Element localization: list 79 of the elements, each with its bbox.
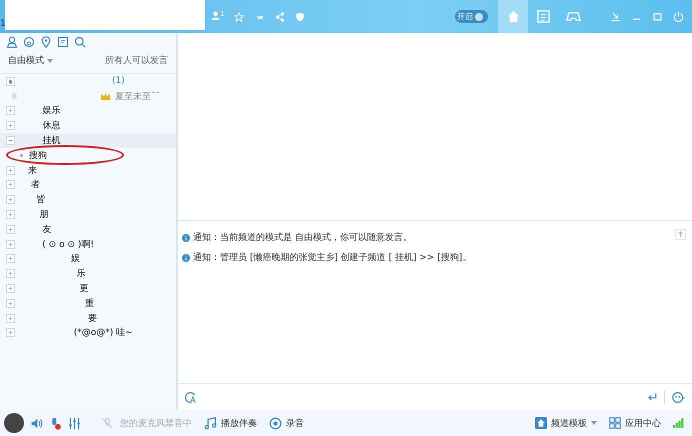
channel-name[interactable]: 挂机 [28, 134, 60, 148]
notice-message: 通知：当前频道的模式是 自由模式，你可以随意发言。 [193, 232, 412, 244]
expand-icon[interactable] [6, 106, 15, 116]
play-music-button[interactable]: 播放伴奏 [204, 416, 257, 430]
info-icon [182, 234, 190, 242]
channel-name[interactable]: 乐 [28, 267, 86, 280]
expand-icon[interactable] [6, 121, 15, 130]
list-icon [536, 9, 550, 24]
house-icon [506, 9, 520, 24]
scroll-top-icon[interactable] [675, 229, 686, 240]
gamepad-icon [566, 9, 580, 24]
house-icon [535, 417, 547, 429]
channel-name[interactable]: 搜狗 [29, 148, 47, 162]
channel-name[interactable]: ( ⊙ o ⊙ )啊! [28, 238, 94, 251]
channel-name[interactable]: 更 [28, 282, 88, 296]
online-count: 1 [220, 10, 224, 18]
template-dropdown[interactable]: 频道模板 [535, 416, 597, 430]
channel-name[interactable]: (*@o@*) 哇~ [28, 326, 133, 340]
corner-text: 1 [0, 19, 5, 29]
enter-icon[interactable] [646, 391, 658, 403]
channel-name[interactable]: 来 [28, 164, 37, 177]
info-icon [182, 254, 190, 262]
app-center-button[interactable]: 应用中心 [609, 416, 661, 430]
font-icon[interactable] [184, 390, 197, 404]
channel-name[interactable]: 友 [28, 222, 52, 236]
caret-icon [591, 421, 597, 425]
power-icon[interactable] [673, 11, 684, 22]
expand-icon[interactable] [6, 254, 15, 264]
caret-icon [46, 59, 53, 63]
permission-text: 所有人可以发言 [105, 54, 168, 67]
channel-name[interactable]: 者 [28, 178, 40, 192]
expand-icon[interactable] [6, 284, 15, 294]
shield-icon[interactable] [295, 12, 306, 22]
expand-icon[interactable] [6, 298, 15, 308]
star-icon[interactable] [234, 12, 244, 22]
download-icon[interactable] [610, 11, 621, 22]
crown-icon [100, 92, 111, 101]
channel-name[interactable]: 皆 [28, 193, 46, 206]
chat-bubble-icon[interactable] [23, 36, 35, 48]
member-count: (1) [112, 76, 125, 86]
expand-icon[interactable] [6, 224, 15, 234]
home-icon[interactable] [6, 76, 15, 86]
channel-name[interactable]: 休息 [28, 119, 60, 132]
expand-icon[interactable] [6, 166, 15, 175]
channel-name[interactable]: 娱 [28, 252, 80, 266]
mode-dropdown[interactable]: 自由模式 [8, 54, 53, 67]
home-tab[interactable] [498, 0, 528, 33]
expand-icon[interactable] [6, 180, 15, 190]
person-icon[interactable] [6, 36, 18, 48]
expand-icon[interactable] [6, 240, 15, 249]
channel-name[interactable]: 重 [28, 296, 94, 310]
person-icon[interactable] [211, 11, 220, 20]
speaker-icon[interactable] [30, 416, 43, 430]
music-note-icon [204, 416, 217, 430]
emoji-icon[interactable] [671, 390, 686, 404]
maximize-icon[interactable] [652, 11, 663, 22]
expand-icon[interactable] [6, 328, 15, 338]
equalizer-icon[interactable] [68, 416, 81, 430]
record-icon [269, 416, 282, 430]
location-icon[interactable] [40, 36, 52, 48]
collapse-icon[interactable] [6, 136, 15, 146]
note-icon[interactable] [57, 36, 69, 48]
expand-icon[interactable] [6, 314, 15, 323]
channel-name[interactable]: 朋 [28, 208, 48, 222]
toggle-switch[interactable]: 开启 [455, 10, 488, 23]
expand-icon[interactable] [6, 195, 15, 204]
expand-icon[interactable] [6, 210, 15, 220]
mic-status: 您的麦克风禁音中 [120, 418, 192, 430]
grid-icon [609, 417, 621, 429]
search-icon[interactable] [74, 36, 86, 48]
share-icon[interactable] [275, 12, 286, 22]
notice-message: 通知：管理员 [懒癌晚期的张觉主乡] 创建子频道 [ 挂机] >> [搜狗]。 [193, 252, 472, 264]
signal-icon [673, 418, 684, 428]
record-button[interactable]: 录音 [269, 416, 304, 430]
expand-icon[interactable] [6, 269, 15, 278]
channel-name[interactable]: 要 [28, 312, 98, 325]
avatar[interactable] [4, 413, 24, 433]
muted-microphone-icon[interactable] [101, 416, 114, 430]
channel-name[interactable]: 娱乐 [28, 104, 60, 118]
